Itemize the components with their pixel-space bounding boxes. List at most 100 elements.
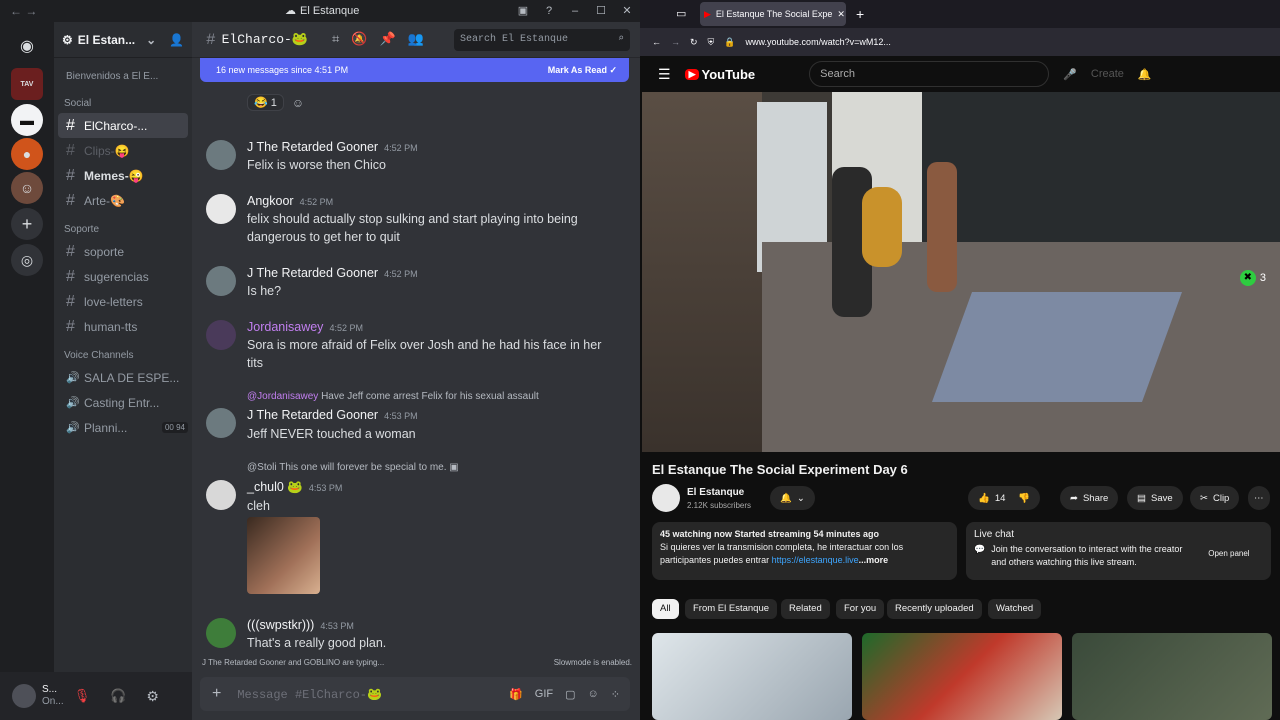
chip-for-you[interactable]: For you xyxy=(836,599,885,619)
reply-preview[interactable]: @Stoli This one will forever be special … xyxy=(247,462,459,473)
voice-channel-casting[interactable]: 🔊 Casting Entr... xyxy=(58,390,188,415)
channel-item-memes[interactable]: # Memes-😜 xyxy=(58,163,188,188)
description-link[interactable]: https://elestanque.live xyxy=(772,555,859,565)
threads-icon[interactable]: ⌗ xyxy=(332,32,339,47)
description-box[interactable]: 45 watching now Started streaming 54 min… xyxy=(652,522,957,580)
voice-channel-planning[interactable]: 🔊 Planni... 00 94 xyxy=(58,415,188,440)
category-voice[interactable]: Voice Channels xyxy=(54,347,192,365)
maximize-icon[interactable]: ☐ xyxy=(588,0,614,22)
channel-item-love-letters[interactable]: # love-letters xyxy=(58,289,188,314)
gift-icon[interactable]: 🎁 xyxy=(509,688,523,701)
like-button[interactable]: 👍 14 👎 xyxy=(968,486,1041,510)
thumbs-down-icon[interactable]: 👎 xyxy=(1018,493,1030,504)
mic-muted-icon[interactable]: 🎙 xyxy=(74,688,91,704)
pin-icon[interactable]: 📌 xyxy=(380,32,396,47)
new-messages-bar[interactable]: 16 new messages since 4:51 PM Mark As Re… xyxy=(200,58,629,82)
avatar[interactable] xyxy=(12,684,36,708)
close-icon[interactable]: ✕ xyxy=(614,0,640,22)
channel-item-elcharco[interactable]: # ElCharco-... xyxy=(58,113,188,138)
forward-icon[interactable]: → xyxy=(671,37,680,47)
server-header[interactable]: ⚙ El Estan... ⌄ 👤 xyxy=(54,22,192,58)
inbox-icon[interactable]: ▣ xyxy=(510,0,536,22)
message-author[interactable]: J The Retarded Gooner 4:52 PM xyxy=(247,266,418,280)
explore-icon[interactable]: ◎ xyxy=(11,244,43,276)
open-panel-button[interactable]: Open panel xyxy=(1208,547,1249,560)
notifications-muted-icon[interactable]: 🔕 xyxy=(351,32,367,47)
server-orange-icon[interactable]: ● xyxy=(11,138,43,170)
add-attachment-icon[interactable]: + xyxy=(212,685,221,703)
new-tab-icon[interactable]: + xyxy=(856,6,864,22)
channel-item-soporte[interactable]: # soporte xyxy=(58,239,188,264)
add-server-icon[interactable]: + xyxy=(11,208,43,240)
share-button[interactable]: ➦ Share xyxy=(1060,486,1119,510)
tab-list-icon[interactable]: ▭ xyxy=(676,7,686,20)
menu-icon[interactable]: ☰ xyxy=(658,66,671,83)
video-thumbnail[interactable] xyxy=(652,633,852,720)
save-button[interactable]: ▤ Save xyxy=(1127,486,1183,510)
message-input[interactable]: + Message #ElCharco-🐸 🎁 GIF ▢ ☺ ⁘ xyxy=(200,677,630,711)
chip-from-el-estanque[interactable]: From El Estanque xyxy=(685,599,778,619)
server-tavern-icon[interactable]: TAV xyxy=(11,68,43,100)
video-player[interactable]: ✖ 3 xyxy=(642,92,1280,452)
avatar[interactable] xyxy=(206,408,236,438)
avatar[interactable] xyxy=(206,320,236,350)
avatar[interactable] xyxy=(206,194,236,224)
emoji-icon[interactable]: ☺ xyxy=(588,688,599,701)
message-author[interactable]: Jordanisawey 4:52 PM xyxy=(247,320,363,334)
message-author[interactable]: (((swpstkr))) 4:53 PM xyxy=(247,618,354,632)
url-field[interactable]: www.youtube.com/watch?v=wM12... xyxy=(746,37,891,47)
add-reaction-icon[interactable]: ☺ xyxy=(292,96,304,110)
server-portrait-icon[interactable]: ☺ xyxy=(11,172,43,204)
channel-name[interactable]: El Estanque xyxy=(687,487,744,498)
search-input[interactable]: Search El Estanque ⌕ xyxy=(454,29,630,51)
channel-item-sugerencias[interactable]: # sugerencias xyxy=(58,264,188,289)
settings-gear-icon[interactable]: ⚙ xyxy=(146,688,159,705)
message-author[interactable]: J The Retarded Gooner 4:53 PM xyxy=(247,408,418,422)
attached-image[interactable] xyxy=(247,517,320,594)
youtube-logo[interactable]: ▶ YouTube xyxy=(684,67,755,82)
minimize-icon[interactable]: – xyxy=(562,0,588,22)
category-social[interactable]: Social xyxy=(54,95,192,113)
chip-related[interactable]: Related xyxy=(781,599,830,619)
avatar[interactable] xyxy=(206,618,236,648)
search-input[interactable]: Search xyxy=(809,61,1050,87)
chip-recently-uploaded[interactable]: Recently uploaded xyxy=(887,599,982,619)
reply-preview[interactable]: @Jordanisawey Have Jeff come arrest Feli… xyxy=(247,391,539,402)
notifications-dropdown[interactable]: 🔔 ⌄ xyxy=(770,486,815,510)
mark-as-read-button[interactable]: Mark As Read ✓ xyxy=(548,65,617,76)
video-thumbnail[interactable] xyxy=(1072,633,1272,720)
gif-icon[interactable]: GIF xyxy=(535,688,553,701)
message-author[interactable]: Angkoor 4:52 PM xyxy=(247,194,333,208)
voice-search-icon[interactable]: 🎤 xyxy=(1063,68,1077,81)
video-thumbnail[interactable] xyxy=(862,633,1062,720)
server-car-icon[interactable]: ▬ xyxy=(11,104,43,136)
channel-item-human-tts[interactable]: # human-tts xyxy=(58,314,188,339)
chip-all[interactable]: All xyxy=(652,599,679,619)
notifications-icon[interactable]: 🔔 xyxy=(1138,68,1152,81)
avatar[interactable] xyxy=(206,480,236,510)
category-soporte[interactable]: Soporte xyxy=(54,221,192,239)
create-button[interactable]: Create xyxy=(1091,68,1124,80)
nav-arrows[interactable]: ← → xyxy=(10,4,44,18)
chip-watched[interactable]: Watched xyxy=(988,599,1042,619)
channel-item-clips[interactable]: # Clips-😝 xyxy=(58,138,188,163)
reload-icon[interactable]: ↻ xyxy=(690,37,698,48)
close-tab-icon[interactable]: ✕ xyxy=(837,9,845,20)
shield-icon[interactable]: ⛨ xyxy=(708,37,715,48)
welcome-item[interactable]: Bienvenidos a El E... xyxy=(58,64,188,89)
headphones-icon[interactable]: 🎧 xyxy=(110,688,126,704)
clip-button[interactable]: ✂ Clip xyxy=(1190,486,1240,510)
avatar[interactable] xyxy=(206,140,236,170)
help-icon[interactable]: ? xyxy=(536,0,562,22)
tab-youtube[interactable]: ▶ El Estanque The Social Expe ✕ xyxy=(700,2,846,26)
apps-icon[interactable]: ⁘ xyxy=(611,688,620,701)
more-actions-icon[interactable]: ⋯ xyxy=(1248,486,1270,510)
channel-avatar[interactable] xyxy=(652,484,680,512)
reaction-laugh[interactable]: 😂 1 xyxy=(247,94,284,111)
more-link[interactable]: ...more xyxy=(859,555,889,565)
members-icon[interactable]: 👥 xyxy=(408,32,424,47)
sticker-icon[interactable]: ▢ xyxy=(565,688,575,701)
discord-home-icon[interactable]: ◉ xyxy=(11,30,43,62)
avatar[interactable] xyxy=(206,266,236,296)
channel-item-arte[interactable]: # Arte-🎨 xyxy=(58,188,188,213)
